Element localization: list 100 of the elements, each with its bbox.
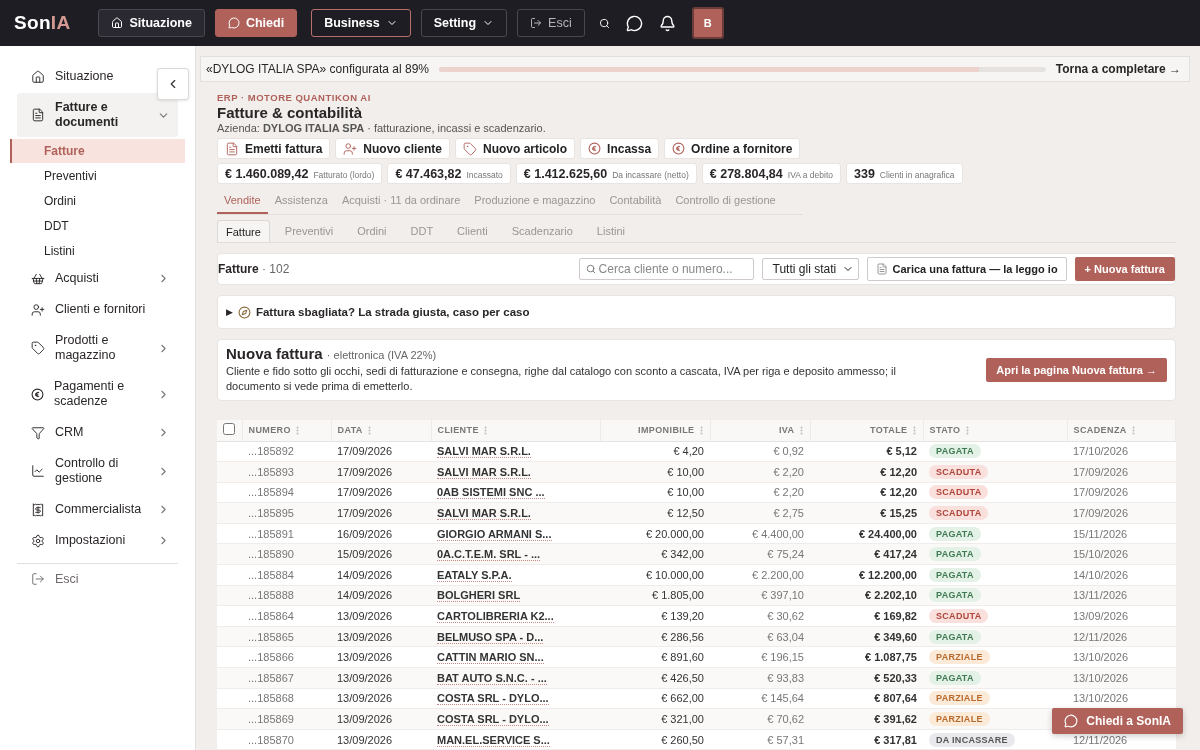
sort-icon [1130,425,1136,435]
client-link[interactable]: SALVI MAR S.R.L. [437,445,531,459]
sidebar-subitem[interactable]: Preventivi [10,164,185,188]
nav-button[interactable]: Chiedi [214,9,298,37]
client-link[interactable]: MAN.EL.SERVICE S... [437,733,550,747]
notifications-button[interactable] [658,14,676,32]
table-cell: € 520,33 [810,667,923,689]
table-cell: 15/09/2026 [331,543,431,565]
action-button[interactable]: Nuovo articolo [455,138,576,159]
complete-link[interactable]: Torna a completare → [1055,62,1181,76]
sidebar-item[interactable]: Impostazioni [17,526,178,555]
client-link[interactable]: BELMUSO SPA - D... [437,630,544,644]
column-header[interactable]: CLIENTE [431,420,600,441]
table-cell: 13/09/2026 [331,708,431,730]
client-link[interactable]: BOLGHERI SRL [437,589,521,603]
status-select[interactable]: Tutti gli stati [761,258,859,280]
subtab[interactable]: Fatture [217,220,270,242]
table-cell: 15/11/2026 [1067,523,1176,544]
tab[interactable]: Vendite [217,190,268,214]
sidebar-subitem[interactable]: Listini [10,239,185,263]
table-cell: € 662,00 [600,688,710,709]
table-cell: ...185890 [242,543,331,565]
table-cell: € 4,20 [600,441,710,462]
table-cell: € 317,81 [810,729,923,750]
column-header[interactable]: SCADENZA [1067,420,1176,441]
nav-button[interactable]: Business [311,9,411,37]
sidebar-item[interactable]: Situazione [17,62,122,91]
action-button[interactable]: Incassa [580,138,660,159]
status-badge: SCADUTA [929,506,989,521]
status-badge: SCADUTA [929,485,989,500]
sidebar-item[interactable]: Pagamenti e scadenze [17,372,178,416]
logo: SonIA [14,12,71,34]
new-invoice-button[interactable]: + Nuova fattura [1074,257,1175,281]
client-link[interactable]: SALVI MAR S.R.L. [437,465,531,479]
upload-button[interactable]: Carica una fattura — la leggo io [866,257,1067,281]
column-header[interactable]: IVA [710,420,810,441]
sidebar-item[interactable]: Prodotti e magazzino [17,326,178,370]
sidebar-subitem[interactable]: Ordini [10,189,185,213]
table-cell: ...185866 [242,646,331,668]
client-link[interactable]: GIORGIO ARMANI S... [437,527,552,541]
sidebar-item[interactable]: Fatture e documenti [17,93,178,137]
nav-button[interactable]: Esci [517,9,585,37]
sort-icon [798,425,804,435]
table-cell: € 63,04 [710,626,810,647]
logout-link[interactable]: Esci [17,563,178,594]
chat-button[interactable] [625,14,643,32]
column-header[interactable]: IMPONIBILE [600,420,710,441]
client-link[interactable]: CARTOLIBRERIA K2... [437,610,554,624]
status-badge: PAGATA [929,588,981,603]
sidebar-subitem[interactable]: DDT [10,214,185,238]
help-disclosure[interactable]: ▶ Fattura sbagliata? La strada giusta, caso per caso [217,295,1176,329]
sidebar-subitem[interactable]: Fatture [10,139,185,163]
select-all-checkbox[interactable] [223,423,235,436]
table-cell: € 57,31 [710,729,810,750]
table-cell: € 12.200,00 [810,564,923,586]
kpi-label: Da incassare (netto) [612,170,689,180]
action-button[interactable]: Nuovo cliente [335,138,451,159]
euro-icon [672,142,686,155]
sidebar-item[interactable]: Clienti e fornitori [17,295,154,324]
table-cell: € 321,00 [600,708,710,730]
ask-assistant-button[interactable]: Chiedi a SonIA [1052,708,1183,734]
setup-text: «DYLOG ITALIA SPA» configurata al 89% [206,62,429,76]
client-link[interactable]: COSTA SRL - DYLO... [437,692,549,706]
filter-icon [31,425,45,440]
table-cell: € 397,10 [710,585,810,606]
sidebar-item[interactable]: Commercialista [17,495,178,524]
nav-button[interactable]: Setting [420,9,508,37]
column-header[interactable]: DATA [331,420,431,441]
table-cell: € 1.087,75 [810,646,923,668]
table-cell: € 260,50 [600,729,710,750]
client-link[interactable]: EATALY S.P.A. [437,568,512,582]
home-icon [31,69,45,84]
client-link[interactable]: 0AB SISTEMI SNC ... [437,486,545,500]
column-header[interactable]: STATO [923,420,1067,441]
client-link[interactable]: BAT AUTO S.N.C. - ... [437,671,547,685]
table-cell: € 286,56 [600,626,710,647]
action-button[interactable]: Ordine a fornitore [664,138,801,159]
table-cell: € 891,60 [600,646,710,668]
table-cell: 13/09/2026 [331,605,431,627]
status-badge: PAGATA [929,526,981,541]
search-field[interactable]: Cerca cliente o numero... [578,258,754,280]
table-cell: € 169,82 [810,605,923,627]
table-cell: € 75,24 [710,543,810,565]
user-avatar[interactable]: B [691,7,724,39]
table-cell: 17/09/2026 [331,441,431,462]
sidebar-item[interactable]: Acquisti [17,264,178,293]
sort-icon [482,425,488,435]
table-cell: € 342,00 [600,543,710,565]
column-header[interactable]: NUMERO [242,420,331,441]
column-header[interactable]: TOTALE [810,420,923,441]
sidebar-item[interactable]: CRM [17,418,178,447]
nav-button[interactable]: Situazione [98,9,205,37]
client-link[interactable]: CATTIN MARIO SN... [437,651,544,665]
client-link[interactable]: SALVI MAR S.R.L. [437,507,531,521]
action-button[interactable]: Emetti fattura [217,138,331,159]
client-link[interactable]: 0A.C.T.E.M. SRL - ... [437,548,541,562]
sidebar-item[interactable]: Controllo di gestione [17,449,178,493]
open-page-button[interactable]: Apri la pagina Nuova fattura → [986,357,1167,382]
search-button[interactable] [598,17,610,29]
client-link[interactable]: COSTA SRL - DYLO... [437,713,549,726]
